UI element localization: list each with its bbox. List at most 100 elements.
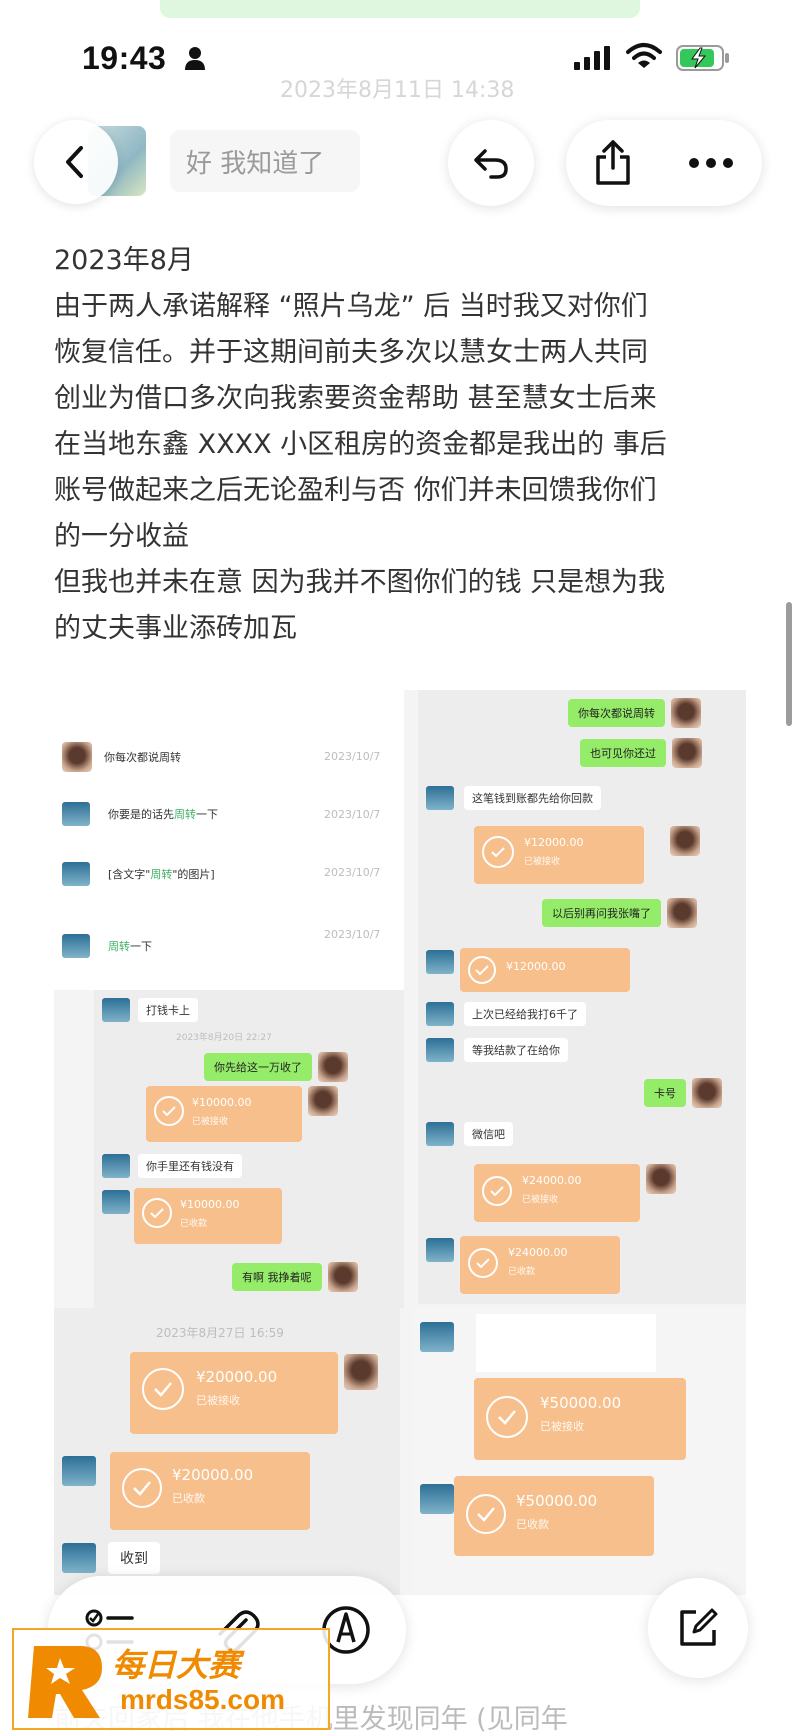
avatar <box>102 1154 130 1178</box>
avatar <box>62 1456 96 1486</box>
note-body[interactable]: 2023年8月 由于两人承诺解释 “照片乌龙” 后 当时我又对你们 恢复信任。并… <box>54 238 754 652</box>
undo-button[interactable] <box>448 120 534 206</box>
chat-message: 微信吧 <box>426 1122 513 1146</box>
message-bubble: 你每次都说周转 <box>96 745 189 769</box>
avatar <box>62 742 92 772</box>
avatar <box>692 1078 722 1108</box>
transfer-card: ¥12000.00 已被接收 <box>474 826 644 884</box>
chat-message: 以后别再问我张嘴了 <box>542 898 697 928</box>
transfer-status: 已被接收 <box>196 1394 240 1407</box>
message-text: 你手里还有钱没有 <box>146 1160 234 1173</box>
cellular-signal-icon <box>574 46 610 70</box>
message-text: 以后别再问我张嘴了 <box>552 907 651 920</box>
redacted-area <box>476 1314 656 1372</box>
message-bubble: 打钱卡上 <box>138 998 198 1022</box>
avatar <box>671 698 701 728</box>
message-bubble: 有啊 我挣着呢 <box>232 1263 322 1291</box>
chat-message: 你手里还有钱没有 <box>102 1154 242 1178</box>
transfer-status: 已被接收 <box>192 1117 229 1127</box>
avatar <box>420 1322 454 1352</box>
message-bubble: 等我结款了在给你 <box>464 1038 568 1062</box>
share-button[interactable] <box>584 134 642 192</box>
message-bubble: 以后别再问我张嘴了 <box>542 899 661 927</box>
avatar <box>344 1354 378 1390</box>
transfer-card: ¥50000.00 已被接收 <box>474 1378 686 1460</box>
status-time: 19:43 <box>82 40 167 76</box>
message-bubble: 微信吧 <box>464 1122 513 1146</box>
watermark-name: 每日大赛 <box>112 1646 241 1684</box>
avatar <box>667 898 697 928</box>
site-watermark: 每日大赛 mrds85.com <box>12 1628 330 1730</box>
avatar <box>420 1484 454 1514</box>
message-bubble: 这笔钱到账都先给你回款 <box>464 786 601 810</box>
back-button[interactable] <box>34 120 118 204</box>
transfer-amount: ¥12000.00 <box>524 836 584 849</box>
transfer-card: ¥24000.00 已收款 <box>460 1236 620 1294</box>
message-text: 你每次都说周转 <box>104 751 181 764</box>
check-circle-icon <box>482 836 514 868</box>
note-line: 由于两人承诺解释 “照片乌龙” 后 当时我又对你们 <box>54 291 648 322</box>
transfer-amount: ¥12000.00 <box>506 960 566 973</box>
message-timestamp: 2023年8月27日 16:59 <box>156 1326 284 1340</box>
scroll-indicator[interactable] <box>786 602 792 726</box>
transfer-card: ¥12000.00 <box>460 948 630 992</box>
chat-screenshot-collage[interactable]: 你每次都说周转 2023/10/7 你要是的话先周转一下 2023/10/7 [… <box>54 690 746 1595</box>
message-bubble: 收到 <box>108 1542 160 1574</box>
avatar <box>426 1002 454 1026</box>
message-timestamp: 2023/10/7 <box>324 928 381 941</box>
message-timestamp: 2023/10/7 <box>324 808 381 821</box>
avatar <box>672 738 702 768</box>
avatar <box>102 998 130 1022</box>
chat-message: 你每次都说周转 <box>62 742 189 772</box>
transfer-amount: ¥20000.00 <box>196 1368 278 1386</box>
message-timestamp: 2023/10/7 <box>324 750 381 763</box>
compose-new-note-button[interactable] <box>648 1578 748 1678</box>
transfer-amount: ¥24000.00 <box>522 1174 582 1187</box>
check-circle-icon <box>466 1494 506 1534</box>
check-circle-icon <box>468 1248 498 1278</box>
check-circle-icon <box>154 1096 184 1126</box>
avatar <box>62 934 90 958</box>
chat-panel-right-top: 你每次都说周转 也可见你还过 这笔钱到账都先给你回款 ¥12000.00 已被接… <box>418 690 746 1304</box>
wifi-icon <box>626 43 662 68</box>
note-line: 在当地东鑫 XXXX 小区租房的资金都是我出的 事后 <box>54 429 667 460</box>
chevron-left-icon <box>66 146 83 178</box>
check-circle-icon <box>482 1176 512 1206</box>
avatar <box>62 862 90 886</box>
keyword-highlight: 周转 <box>108 940 130 953</box>
note-line: 2023年8月 <box>54 245 194 276</box>
avatar <box>327 1262 358 1292</box>
share-more-group <box>566 120 762 206</box>
chat-panel-left-top: 你每次都说周转 2023/10/7 你要是的话先周转一下 2023/10/7 [… <box>54 690 404 990</box>
note-line: 的丈夫事业添砖加瓦 <box>54 613 297 644</box>
keyword-highlight: 周转 <box>150 868 173 881</box>
chat-message: 卡号 <box>644 1078 722 1108</box>
check-circle-icon <box>486 1396 528 1438</box>
message-bubble: 你要是的话先周转一下 <box>100 802 226 826</box>
avatar <box>426 950 454 974</box>
more-options-button[interactable] <box>676 134 746 192</box>
message-timestamp: 2023年8月20日 22:27 <box>176 1033 272 1043</box>
message-text: 卡号 <box>654 1087 676 1100</box>
chat-message: 打钱卡上 <box>102 998 198 1022</box>
avatar <box>426 1238 454 1262</box>
avatar <box>426 786 454 810</box>
note-line: 账号做起来之后无论盈利与否 你们并未回馈我你们 <box>54 475 657 506</box>
chat-panel-left-bottom: 2023年8月27日 16:59 ¥20000.00 已被接收 ¥20000.0… <box>54 1308 400 1595</box>
transfer-status: 已收款 <box>172 1492 205 1505</box>
note-nav-bar: 好 我知道了 <box>0 118 800 218</box>
message-text: 这笔钱到账都先给你回款 <box>472 792 593 805</box>
chat-message: 周转一下 <box>62 934 160 958</box>
avatar <box>62 1543 96 1573</box>
transfer-status: 已收款 <box>508 1267 536 1277</box>
chat-message: 也可见你还过 <box>580 738 702 768</box>
chat-message: 你要是的话先周转一下 <box>62 802 226 826</box>
avatar <box>318 1052 348 1082</box>
message-bubble: 周转一下 <box>100 934 160 958</box>
transfer-status: 已收款 <box>516 1518 549 1531</box>
message-bubble: 你手里还有钱没有 <box>138 1154 242 1178</box>
message-text: 你每次都说周转 <box>578 707 655 720</box>
message-bubble: 卡号 <box>644 1079 686 1107</box>
transfer-card: ¥24000.00 已被接收 <box>474 1164 640 1222</box>
message-text: 你先给这一万收了 <box>214 1061 302 1074</box>
